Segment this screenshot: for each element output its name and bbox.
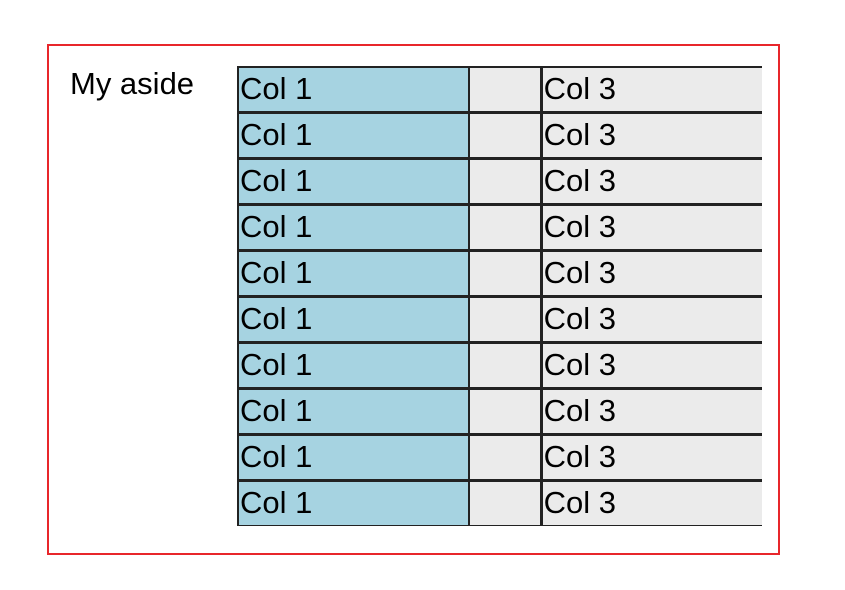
cell-col1: Col 1 bbox=[237, 204, 471, 250]
cell-col3: Col 3 bbox=[542, 434, 762, 480]
table-row: Col 1 Col 3 bbox=[237, 480, 762, 526]
cell-col1: Col 1 bbox=[237, 388, 471, 434]
table-row: Col 1 Col 3 bbox=[237, 158, 762, 204]
table-scroll-area: Col 1 Col 3 Col 1 Col 3 Col 1 Col 3 Col 1 Col 3… bbox=[237, 66, 762, 536]
cell-col1: Col 1 bbox=[237, 158, 471, 204]
main-container: My aside Col 1 Col 3 Col 1 Col 3 Col 1 Col 3C… bbox=[47, 44, 780, 555]
cell-col1: Col 1 bbox=[237, 434, 471, 480]
cell-col1: Col 1 bbox=[237, 296, 471, 342]
cell-col1: Col 1 bbox=[237, 250, 471, 296]
cell-col3: Col 3 bbox=[542, 342, 762, 388]
cell-col2 bbox=[470, 296, 543, 342]
table-row: Col 1 Col 3 bbox=[237, 204, 762, 250]
cell-col3: Col 3 bbox=[542, 204, 762, 250]
cell-col2 bbox=[470, 66, 543, 112]
cell-col2 bbox=[470, 388, 543, 434]
cell-col2 bbox=[470, 480, 543, 526]
cell-col2 bbox=[470, 434, 543, 480]
cell-col3: Col 3 bbox=[542, 480, 762, 526]
cell-col1: Col 1 bbox=[237, 342, 471, 388]
cell-col1: Col 1 bbox=[237, 480, 471, 526]
table-row: Col 1 Col 3 bbox=[237, 434, 762, 480]
cell-col2 bbox=[470, 342, 543, 388]
cell-col1: Col 1 bbox=[237, 66, 471, 112]
data-table: Col 1 Col 3 Col 1 Col 3 Col 1 Col 3 Col 1 Col 3… bbox=[237, 66, 762, 526]
cell-col3: Col 3 bbox=[542, 66, 762, 112]
cell-col3: Col 3 bbox=[542, 112, 762, 158]
cell-col2 bbox=[470, 158, 543, 204]
aside-text: My aside bbox=[70, 66, 195, 101]
table-row: Col 1 Col 3 bbox=[237, 296, 762, 342]
table-row: Col 1 Col 3 bbox=[237, 388, 762, 434]
table-row: Col 1 Col 3 bbox=[237, 250, 762, 296]
table-row: Col 1 Col 3 bbox=[237, 342, 762, 388]
cell-col2 bbox=[470, 204, 543, 250]
cell-col2 bbox=[470, 112, 543, 158]
cell-col3: Col 3 bbox=[542, 250, 762, 296]
cell-col2 bbox=[470, 250, 543, 296]
table-row: Col 1 Col 3 bbox=[237, 112, 762, 158]
cell-col3: Col 3 bbox=[542, 388, 762, 434]
table-row: Col 1 Col 3 bbox=[237, 66, 762, 112]
cell-col3: Col 3 bbox=[542, 158, 762, 204]
cell-col1: Col 1 bbox=[237, 112, 471, 158]
cell-col3: Col 3 bbox=[542, 296, 762, 342]
